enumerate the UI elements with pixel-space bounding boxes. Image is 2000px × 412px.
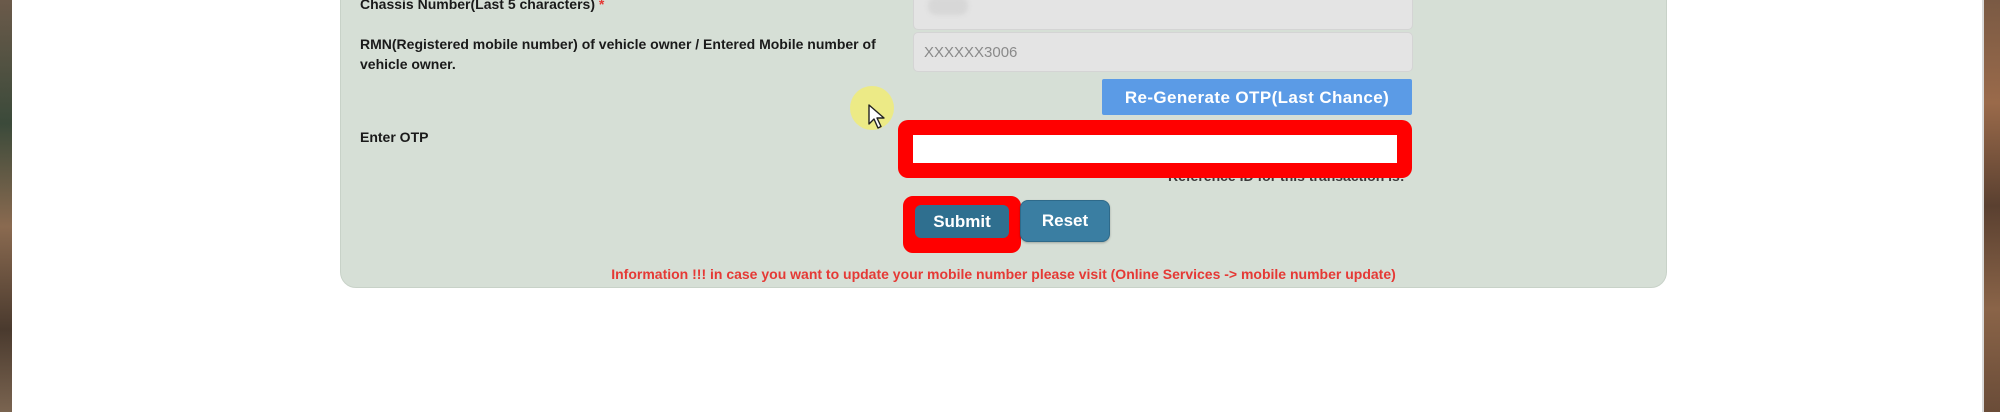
mobile-update-info-message: Information !!! in case you want to upda…	[611, 266, 1396, 282]
rmn-label-line1: RMN(Registered mobile number) of vehicle…	[360, 36, 876, 52]
chassis-number-label: Chassis Number(Last 5 characters) *	[360, 0, 604, 14]
regenerate-otp-button[interactable]: Re-Generate OTP(Last Chance)	[1102, 79, 1412, 115]
rmn-field[interactable]: XXXXXX3006	[913, 32, 1413, 72]
required-asterisk: *	[598, 0, 605, 12]
background-photo-right-edge	[1984, 0, 2000, 412]
reset-button[interactable]: Reset	[1020, 200, 1110, 242]
background-photo-left-edge	[0, 0, 12, 412]
mouse-pointer-icon	[868, 104, 885, 129]
otp-input[interactable]	[913, 135, 1397, 163]
chassis-number-field[interactable]	[913, 0, 1413, 30]
rmn-field-value: XXXXXX3006	[924, 44, 1018, 61]
enter-otp-label: Enter OTP	[360, 129, 429, 145]
submit-button[interactable]: Submit	[915, 205, 1009, 238]
blurred-value	[928, 0, 968, 15]
rmn-label-line2: vehicle owner.	[360, 56, 456, 72]
chassis-number-label-text: Chassis Number(Last 5 characters)	[360, 0, 595, 12]
rmn-label: RMN(Registered mobile number) of vehicle…	[360, 34, 900, 74]
